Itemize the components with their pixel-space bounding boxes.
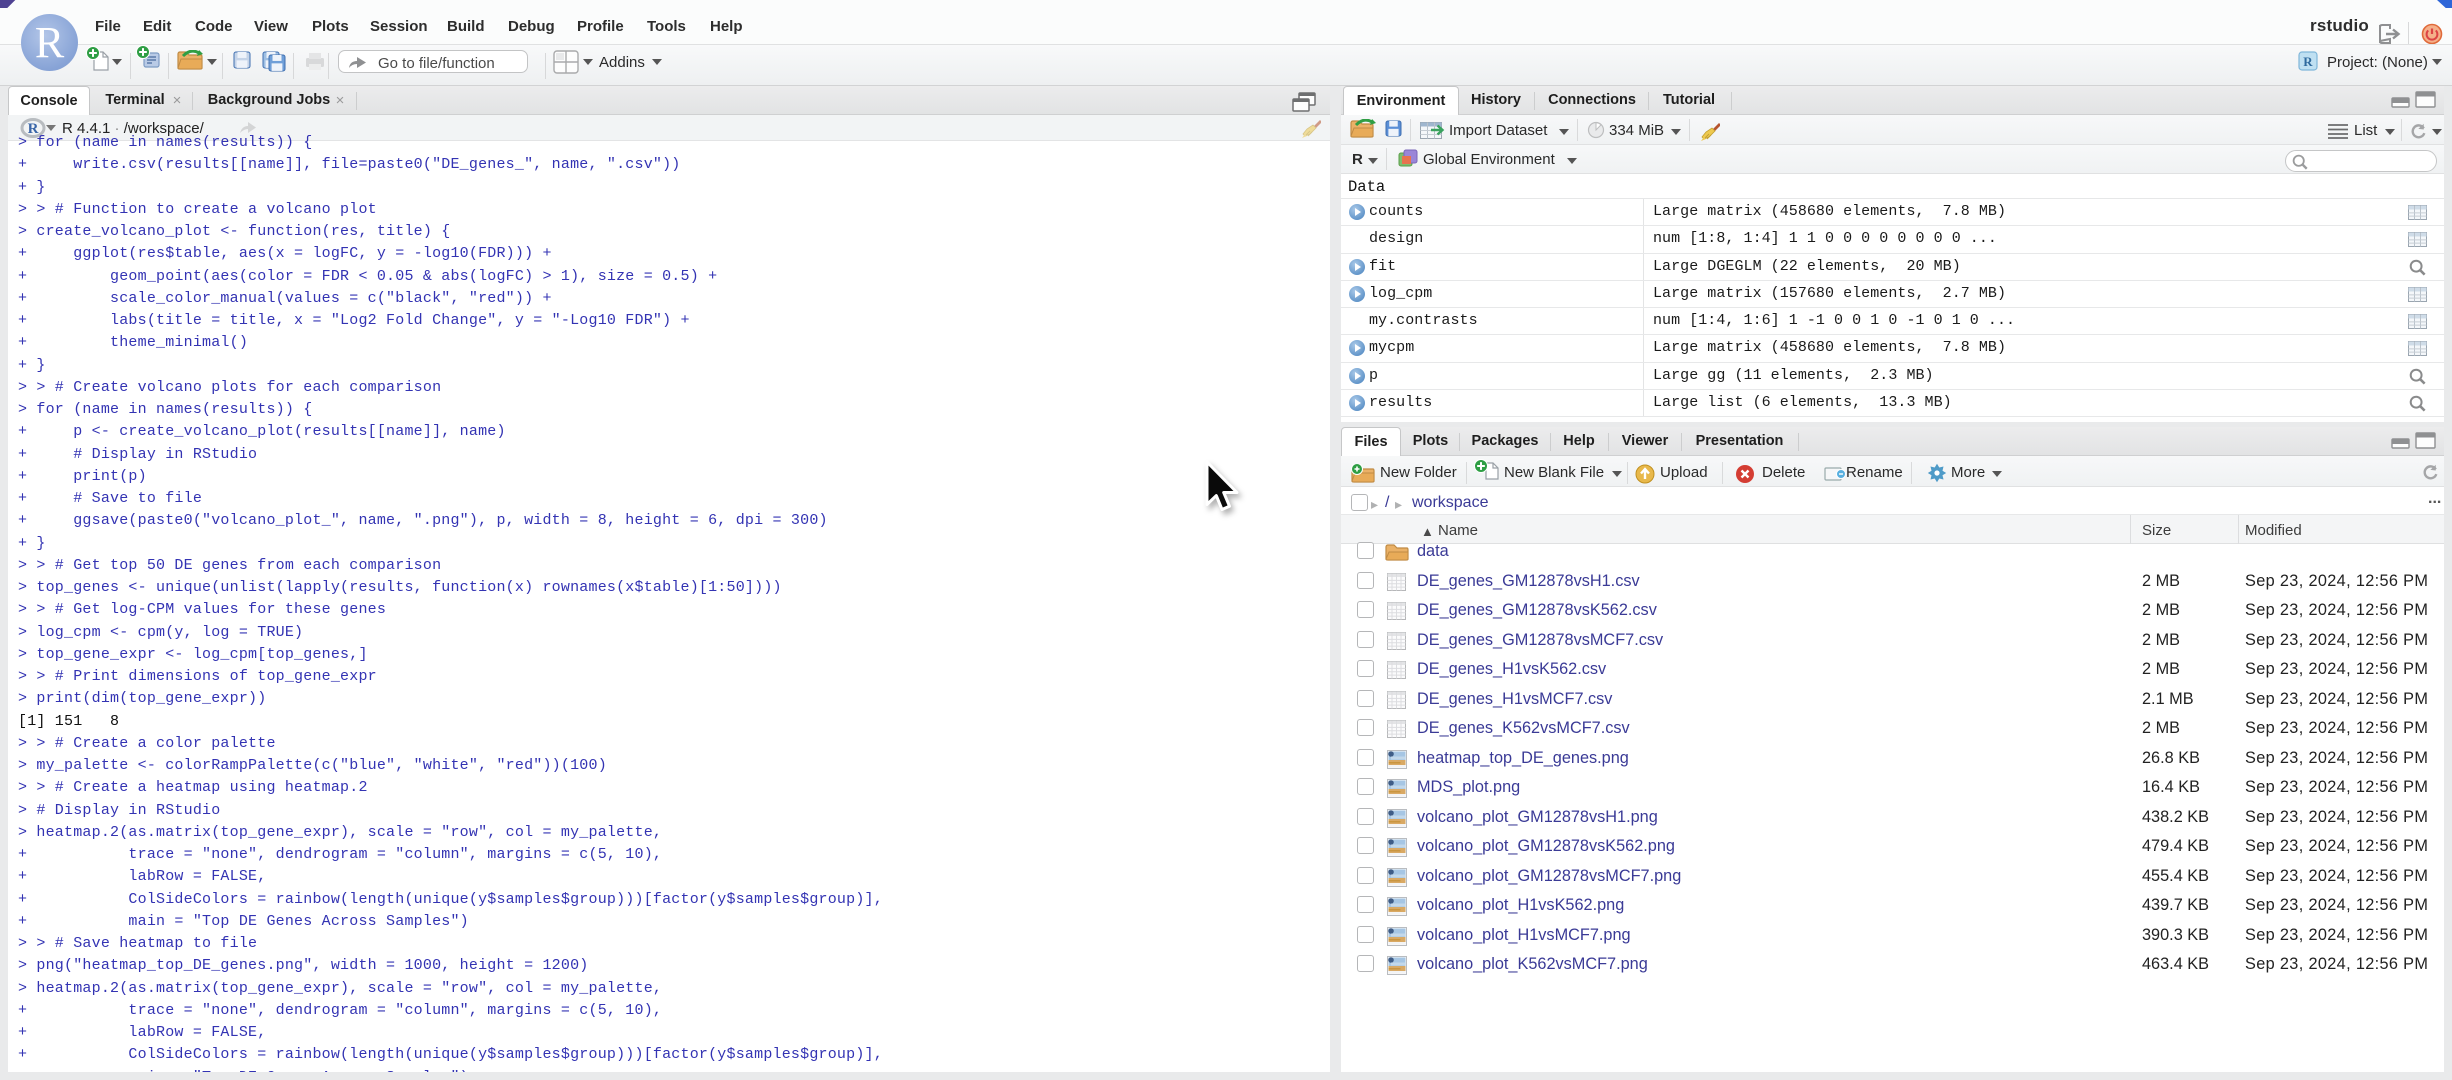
svg-text:R: R (2303, 54, 2313, 69)
